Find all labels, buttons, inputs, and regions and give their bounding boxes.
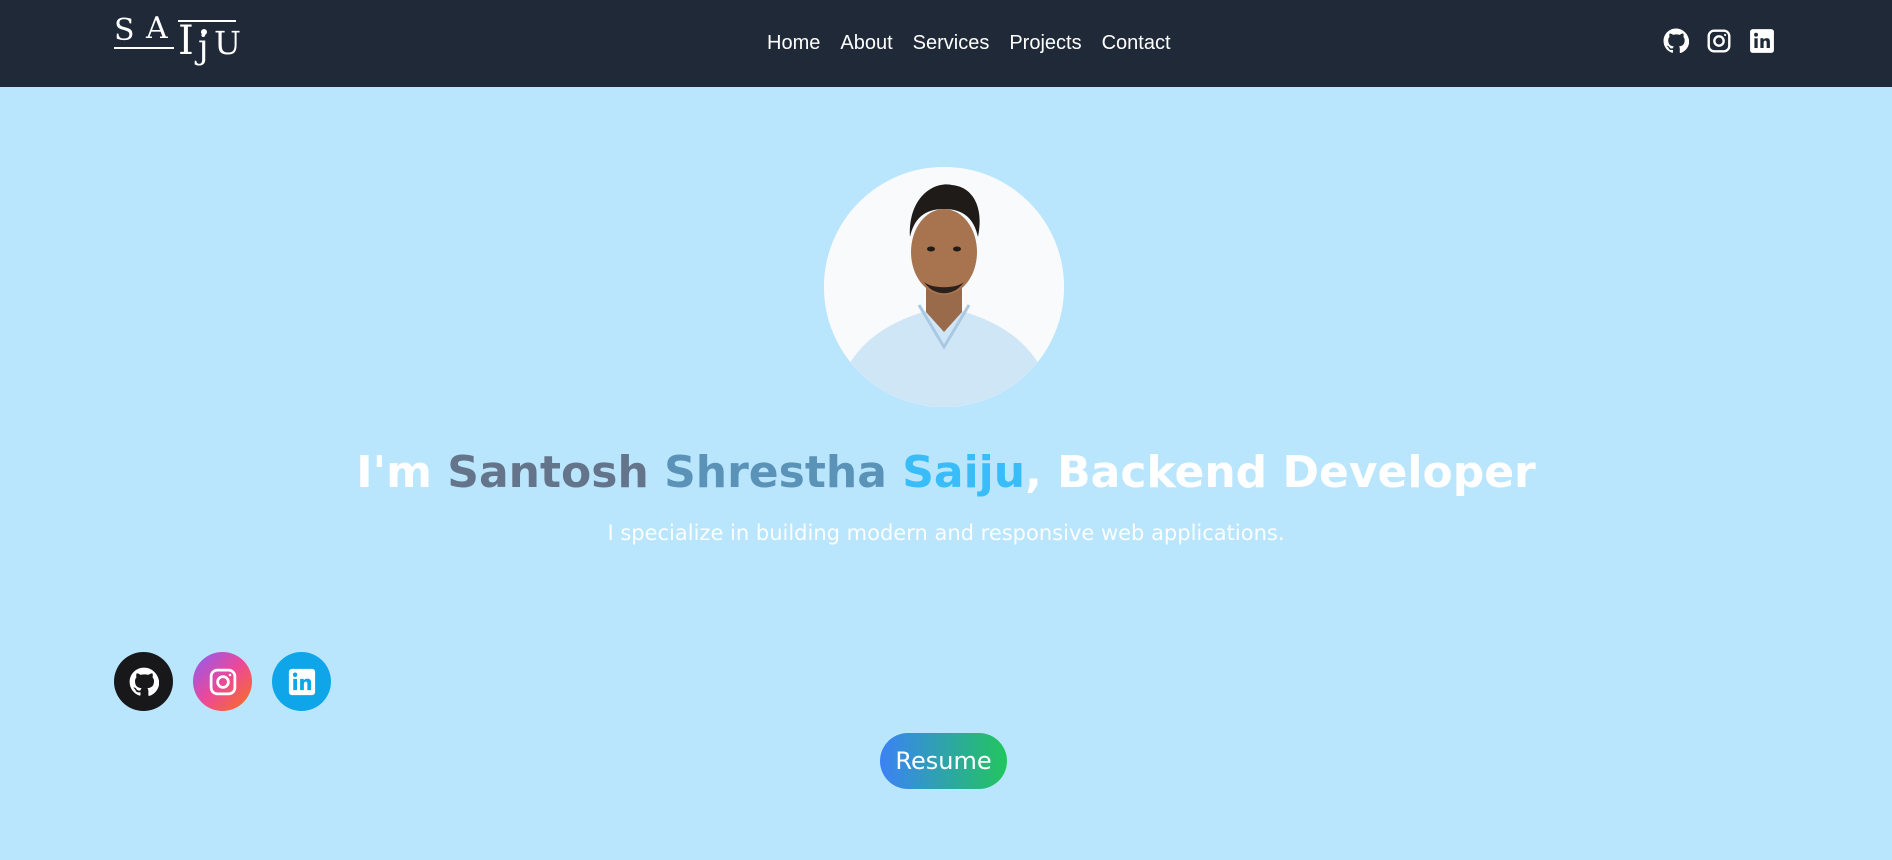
linkedin-icon[interactable] [1749,28,1775,54]
hero-social-links [114,652,331,711]
navbar: S A I j U Home About Services Projects C… [0,0,1892,87]
svg-text:I: I [178,18,194,64]
instagram-button[interactable] [193,652,252,711]
nav-social-links [1663,28,1775,54]
nav-link-home[interactable]: Home [767,32,820,55]
hero-headline: I'm Santosh Shrestha Saiju, Backend Deve… [0,447,1892,498]
github-button[interactable] [114,652,173,711]
svg-text:U: U [214,24,241,62]
linkedin-button[interactable] [272,652,331,711]
svg-text:A: A [145,14,168,46]
instagram-icon[interactable] [1706,28,1732,54]
linkedin-icon [288,668,315,695]
resume-button[interactable]: Resume [880,733,1007,789]
svg-text:S: S [114,14,135,48]
github-icon[interactable] [1663,28,1690,54]
instagram-icon [209,668,236,695]
site-logo[interactable]: S A I j U [114,11,244,70]
hero-subtitle: I specialize in building modern and resp… [607,521,1285,545]
nav-link-about[interactable]: About [840,32,892,55]
headline-prefix: I'm [356,447,448,498]
nav-menu: Home About Services Projects Contact [767,0,1171,87]
github-icon [129,667,159,696]
name-middle: Shrestha [664,447,887,498]
nav-link-contact[interactable]: Contact [1102,32,1171,55]
nav-link-services[interactable]: Services [913,32,990,55]
name-last: Saiju [902,447,1026,498]
nav-link-projects[interactable]: Projects [1009,32,1081,55]
profile-photo [824,167,1064,407]
name-first: Santosh [447,447,649,498]
headline-suffix: , Backend Developer [1025,447,1536,498]
